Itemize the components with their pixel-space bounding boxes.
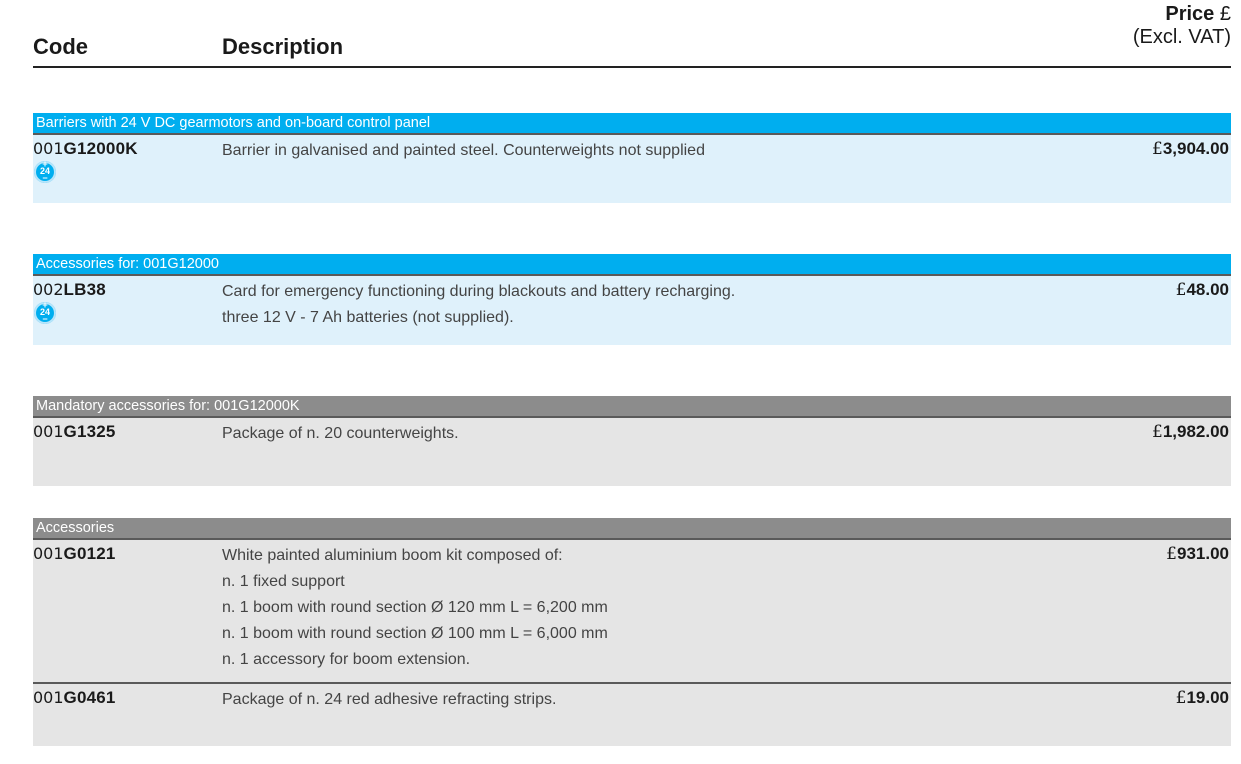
product-price: £1,982.00 (1151, 422, 1229, 442)
product-code: 001G0121 (33, 544, 116, 563)
code-column-header: Code (33, 34, 88, 59)
product-row: 002LB38 +24− Card for emergency function… (33, 274, 1231, 345)
product-description: Card for emergency functioning during bl… (222, 283, 736, 326)
section-title: Mandatory accessories for: 001G12000K (33, 396, 1231, 416)
product-code: 001G1325 (33, 422, 116, 441)
section-title: Barriers with 24 V DC gearmotors and on-… (33, 113, 1231, 133)
product-description: White painted aluminium boom kit compose… (222, 547, 608, 668)
product-price: £931.00 (1166, 544, 1229, 564)
table-header: Code Description Price £ (Excl. VAT) (33, 0, 1231, 68)
24v-badge-icon: +24− (34, 159, 56, 183)
product-description: Package of n. 24 red adhesive refracting… (222, 691, 557, 708)
description-column-header: Description (222, 34, 344, 59)
section-title: Accessories for: 001G12000 (33, 254, 1231, 274)
product-price: £3,904.00 (1151, 139, 1229, 159)
24v-badge-icon: +24− (34, 300, 56, 324)
section-title: Accessories (33, 518, 1231, 538)
price-note: (Excl. VAT) (1132, 26, 1231, 48)
price-currency: £ (1219, 3, 1231, 25)
product-row: 001G1325 Package of n. 20 counterweights… (33, 416, 1231, 486)
product-price: £19.00 (1175, 688, 1229, 708)
product-row: 001G0121 White painted aluminium boom ki… (33, 538, 1231, 682)
price-label: Price (1165, 3, 1215, 25)
price-column-header: Price £ (Excl. VAT) (1133, 3, 1231, 49)
section-accessories-g12000: Accessories for: 001G12000 002LB38 +24− … (33, 254, 1231, 345)
section-accessories: Accessories 001G0121 White painted alumi… (33, 518, 1231, 746)
product-row: 001G0461 Package of n. 24 red adhesive r… (33, 682, 1231, 746)
product-description: Barrier in galvanised and painted steel.… (222, 142, 705, 159)
product-code: 001G0461 (33, 688, 116, 707)
product-price: £48.00 (1175, 280, 1229, 300)
product-row: 001G12000K +24− Barrier in galvanised an… (33, 133, 1231, 203)
product-code: 002LB38 (33, 280, 106, 299)
section-mandatory-accessories: Mandatory accessories for: 001G12000K 00… (33, 396, 1231, 486)
product-description: Package of n. 20 counterweights. (222, 425, 459, 442)
section-barriers: Barriers with 24 V DC gearmotors and on-… (33, 113, 1231, 203)
product-code: 001G12000K (33, 139, 138, 158)
